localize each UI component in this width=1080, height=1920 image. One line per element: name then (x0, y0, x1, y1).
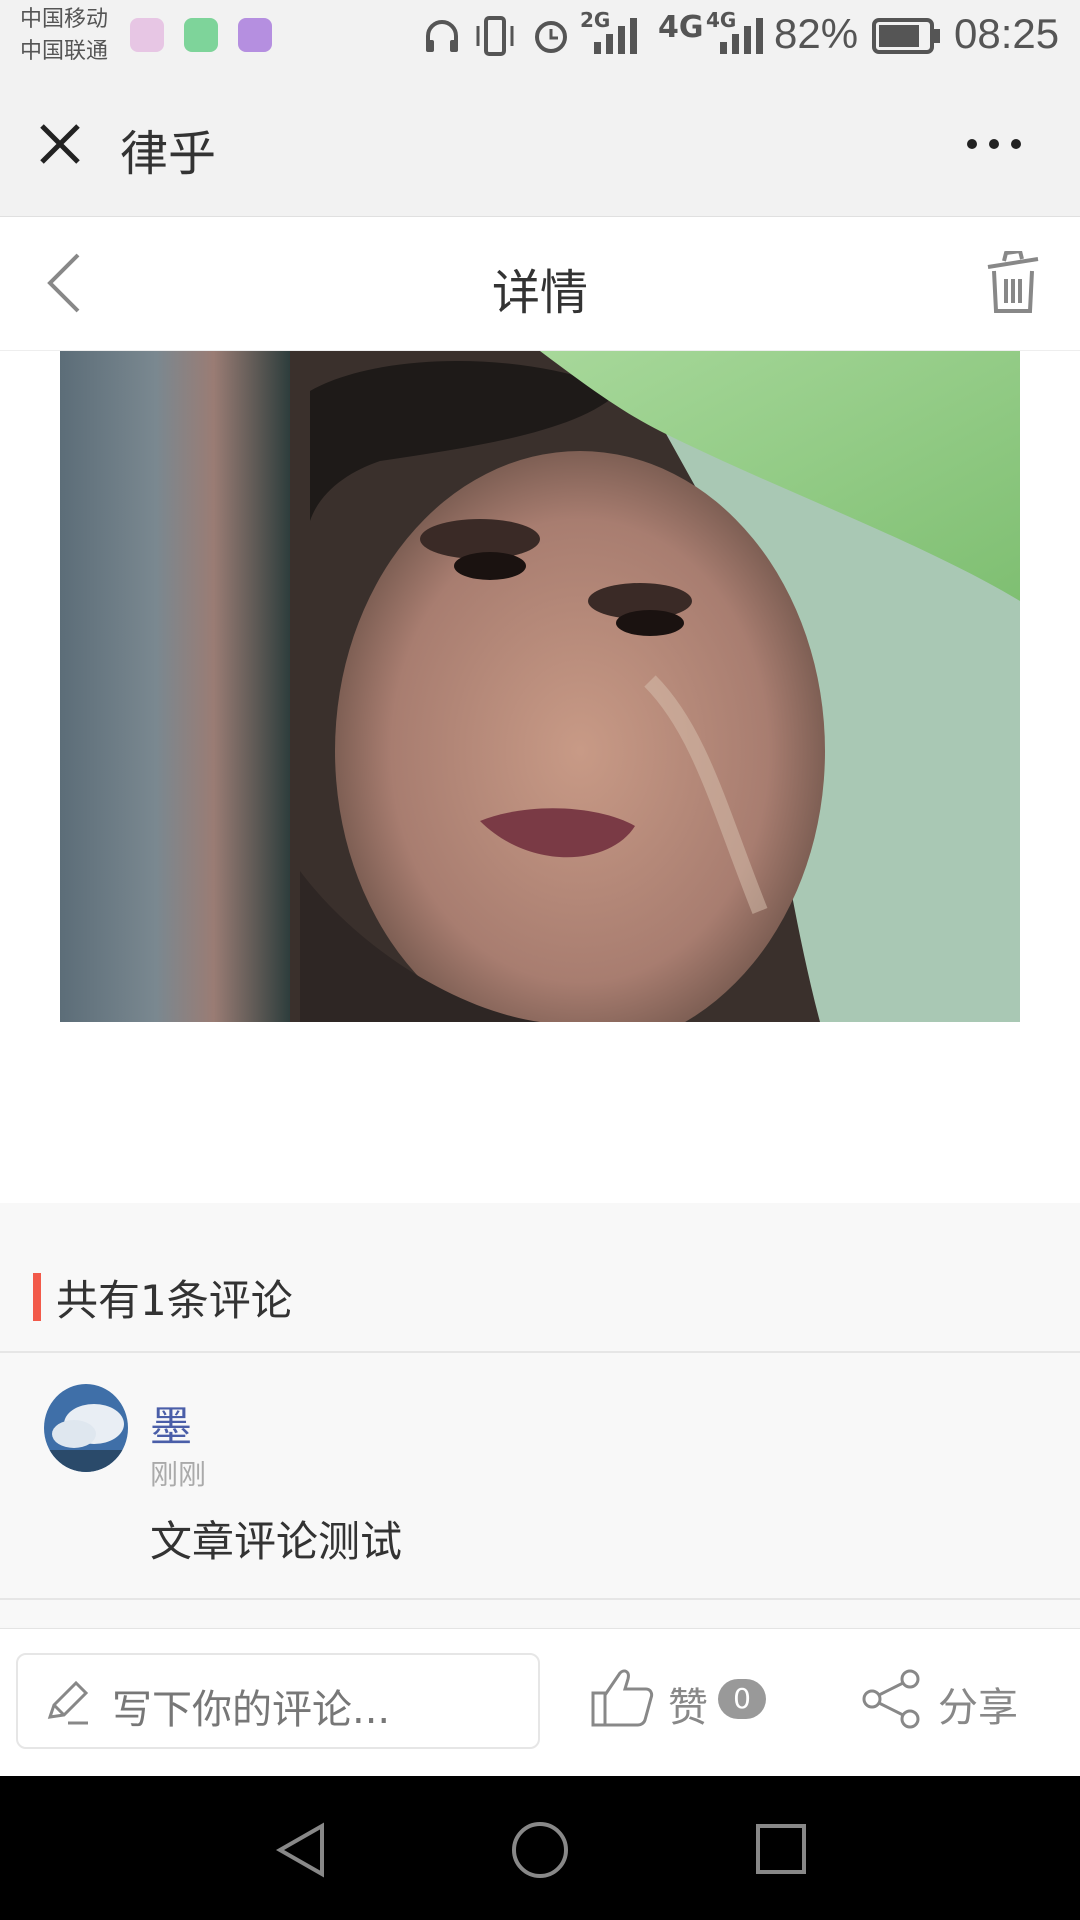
trash-icon[interactable] (984, 251, 1042, 315)
article-content (0, 351, 1080, 1203)
vibrate-icon (476, 16, 514, 56)
battery-percent: 82% (774, 10, 859, 57)
nav-home-icon[interactable] (510, 1820, 570, 1880)
network-4g-label-a: 4G (658, 10, 704, 45)
bottom-action-bar: 写下你的评论... 赞 0 分享 (0, 1628, 1080, 1777)
carrier-2: 中国联通 (20, 39, 109, 64)
more-icon[interactable] (964, 136, 1024, 152)
thumbs-up-icon (591, 1669, 654, 1727)
signal-2g-icon (594, 18, 637, 54)
pencil-icon (47, 1680, 89, 1725)
share-button[interactable]: 分享 (856, 1653, 1056, 1749)
comment-input[interactable]: 写下你的评论... (16, 1653, 540, 1749)
carrier-1: 中国移动 (20, 7, 109, 32)
share-label: 分享 (938, 1685, 1018, 1731)
signal-4g-icon (720, 18, 763, 54)
nav-bar: 详情 (0, 217, 1080, 351)
alarm-icon (535, 21, 567, 53)
page-title: 详情 (491, 265, 588, 321)
comments-header: 共有1条评论 (0, 1203, 1080, 1353)
section-accent-bar (33, 1273, 41, 1321)
nav-back-icon[interactable] (272, 1820, 328, 1880)
nav-recents-icon[interactable] (754, 1822, 808, 1876)
android-nav-bar (0, 1776, 1080, 1920)
comment-count-label: 共有1条评论 (56, 1276, 293, 1325)
comment-placeholder: 写下你的评论... (112, 1687, 391, 1733)
wechat-title-bar: 律乎 (0, 72, 1080, 217)
comment-time: 刚刚 (150, 1458, 207, 1491)
like-label: 赞 (668, 1685, 708, 1731)
status-bar: 中国移动 中国联通 2G 4G 4G 82% 08:25 (0, 0, 1080, 72)
comment-username[interactable]: 墨 (150, 1393, 192, 1454)
comment-text: 文章评论测试 (150, 1517, 403, 1566)
gallery-notification-icon (238, 18, 272, 52)
comment-item: 墨 刚刚 文章评论测试 (0, 1351, 1080, 1599)
battery-icon (872, 18, 940, 54)
share-icon (862, 1669, 920, 1729)
like-count-badge: 0 (718, 1679, 766, 1719)
clock: 08:25 (954, 10, 1060, 57)
article-image[interactable] (60, 351, 1020, 1022)
wechat-page-title: 律乎 (120, 126, 217, 182)
close-icon[interactable] (36, 120, 84, 168)
like-button[interactable]: 赞 0 (584, 1653, 784, 1749)
divider (0, 1598, 1080, 1600)
wechat-notification-icon (130, 18, 164, 52)
headphones-icon (426, 20, 458, 52)
avatar[interactable] (44, 1384, 128, 1472)
briefcase-notification-icon (184, 18, 218, 52)
comments-section: 共有1条评论 墨 刚刚 文章评论测试 (0, 1203, 1080, 1626)
